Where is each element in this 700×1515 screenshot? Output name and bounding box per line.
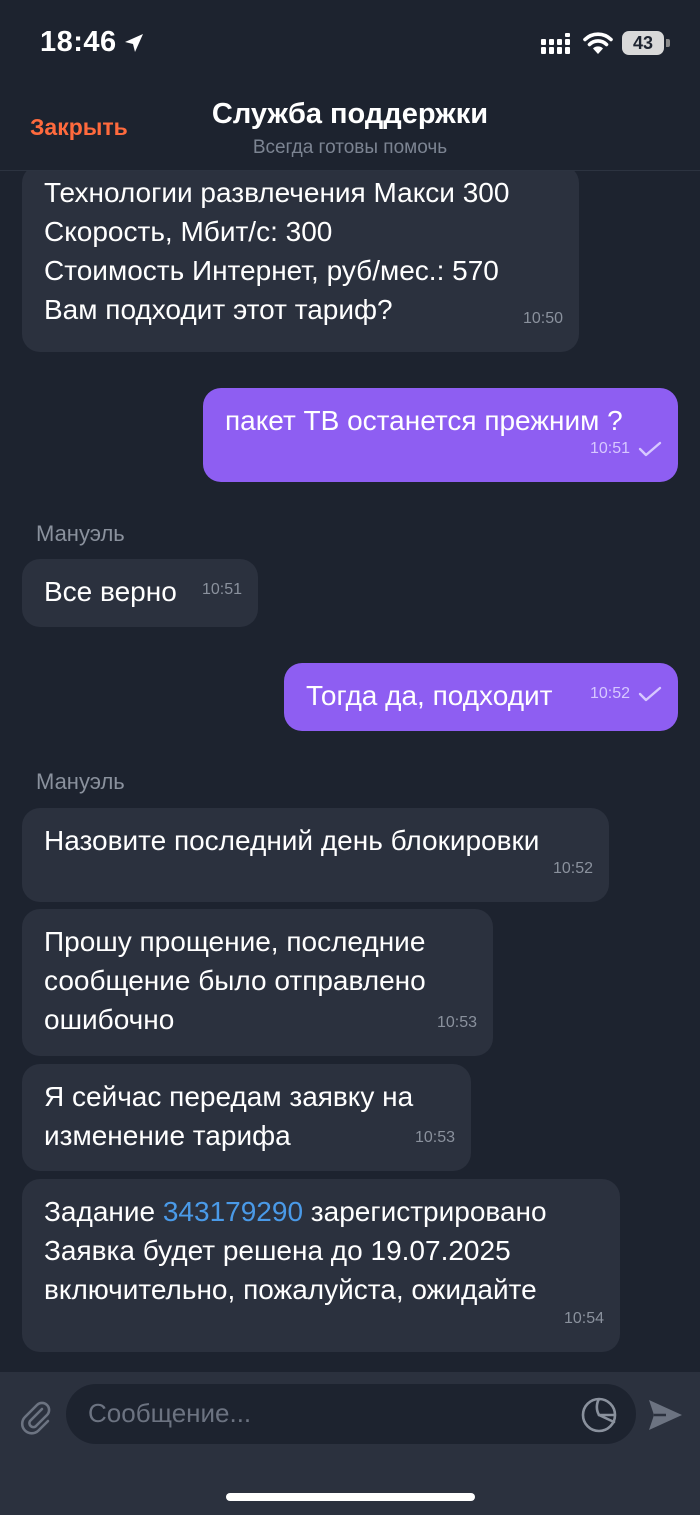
message-incoming: Назовите последний день блокировки 10:52 bbox=[22, 808, 609, 902]
check-icon bbox=[638, 686, 662, 701]
message-incoming: Я сейчас передам заявку на изменение тар… bbox=[22, 1064, 471, 1171]
message-incoming: Прошу прощение, последние сообщение было… bbox=[22, 909, 493, 1056]
message-time: 10:52 bbox=[552, 860, 593, 877]
message-meta: 10:53 bbox=[437, 1003, 477, 1042]
message-text: Прошу прощение, последние сообщение было… bbox=[44, 926, 426, 1035]
message-text: Задание 343179290 зарегистрировано Заявк… bbox=[44, 1192, 598, 1309]
message-time: 10:53 bbox=[436, 1014, 477, 1031]
message-outgoing: пакет ТВ останется прежним ? 10:51 bbox=[203, 388, 678, 482]
chat-screen: 18:46 43 Закрыть Служба поддержки Всегда… bbox=[0, 0, 700, 1515]
message-meta: 10:51 bbox=[590, 429, 662, 468]
battery-tip bbox=[666, 39, 670, 47]
task-number-link[interactable]: 343179290 bbox=[163, 1196, 303, 1227]
message-meta: 10:54 bbox=[564, 1299, 604, 1338]
battery-level: 43 bbox=[622, 31, 664, 55]
send-icon[interactable] bbox=[646, 1396, 684, 1434]
check-icon bbox=[638, 441, 662, 456]
message-time: 10:52 bbox=[589, 685, 630, 702]
message-incoming: Технологии развлечения Макси 300 Скорост… bbox=[22, 171, 579, 352]
battery-icon: 43 bbox=[622, 31, 670, 55]
location-arrow-icon bbox=[125, 34, 143, 52]
message-text-prefix: Задание bbox=[44, 1196, 163, 1227]
message-list[interactable]: Технологии развлечения Макси 300 Скорост… bbox=[0, 171, 700, 1372]
message-text: Назовите последний день блокировки bbox=[44, 825, 540, 856]
chat-header: Закрыть Служба поддержки Всегда готовы п… bbox=[0, 90, 700, 171]
message-input[interactable]: Сообщение... bbox=[66, 1384, 636, 1444]
chat-subtitle: Всегда готовы помочь bbox=[252, 137, 448, 158]
home-indicator[interactable] bbox=[226, 1493, 475, 1501]
sender-name: Мануэль bbox=[36, 521, 125, 546]
message-time: 10:51 bbox=[201, 581, 242, 598]
message-text: Технологии развлечения Макси 300 Скорост… bbox=[44, 177, 510, 325]
message-meta: 10:53 bbox=[415, 1118, 455, 1157]
signal-icon bbox=[541, 33, 570, 54]
message-time: 10:51 bbox=[589, 440, 630, 457]
attach-icon[interactable] bbox=[18, 1399, 54, 1435]
status-bar: 18:46 43 bbox=[0, 0, 700, 90]
message-meta: 10:51 bbox=[202, 570, 242, 609]
message-meta: 10:50 bbox=[523, 299, 563, 338]
message-incoming: Все верно 10:51 bbox=[22, 559, 258, 627]
sticker-icon[interactable] bbox=[580, 1396, 618, 1434]
message-incoming: Задание 343179290 зарегистрировано Заявк… bbox=[22, 1179, 620, 1352]
message-time: 10:53 bbox=[414, 1129, 455, 1146]
message-text: Я сейчас передам заявку на изменение тар… bbox=[44, 1081, 414, 1151]
message-meta: 10:52 bbox=[553, 849, 593, 888]
message-placeholder: Сообщение... bbox=[88, 1398, 252, 1428]
wifi-icon bbox=[583, 32, 613, 54]
sender-name: Мануэль bbox=[36, 769, 125, 794]
message-meta: 10:52 bbox=[590, 674, 662, 713]
message-outgoing: Тогда да, подходит 10:52 bbox=[284, 663, 678, 731]
status-time: 18:46 bbox=[40, 26, 117, 58]
message-time: 10:50 bbox=[522, 310, 563, 327]
chat-title: Служба поддержки bbox=[211, 98, 489, 130]
message-time: 10:54 bbox=[563, 1310, 604, 1327]
